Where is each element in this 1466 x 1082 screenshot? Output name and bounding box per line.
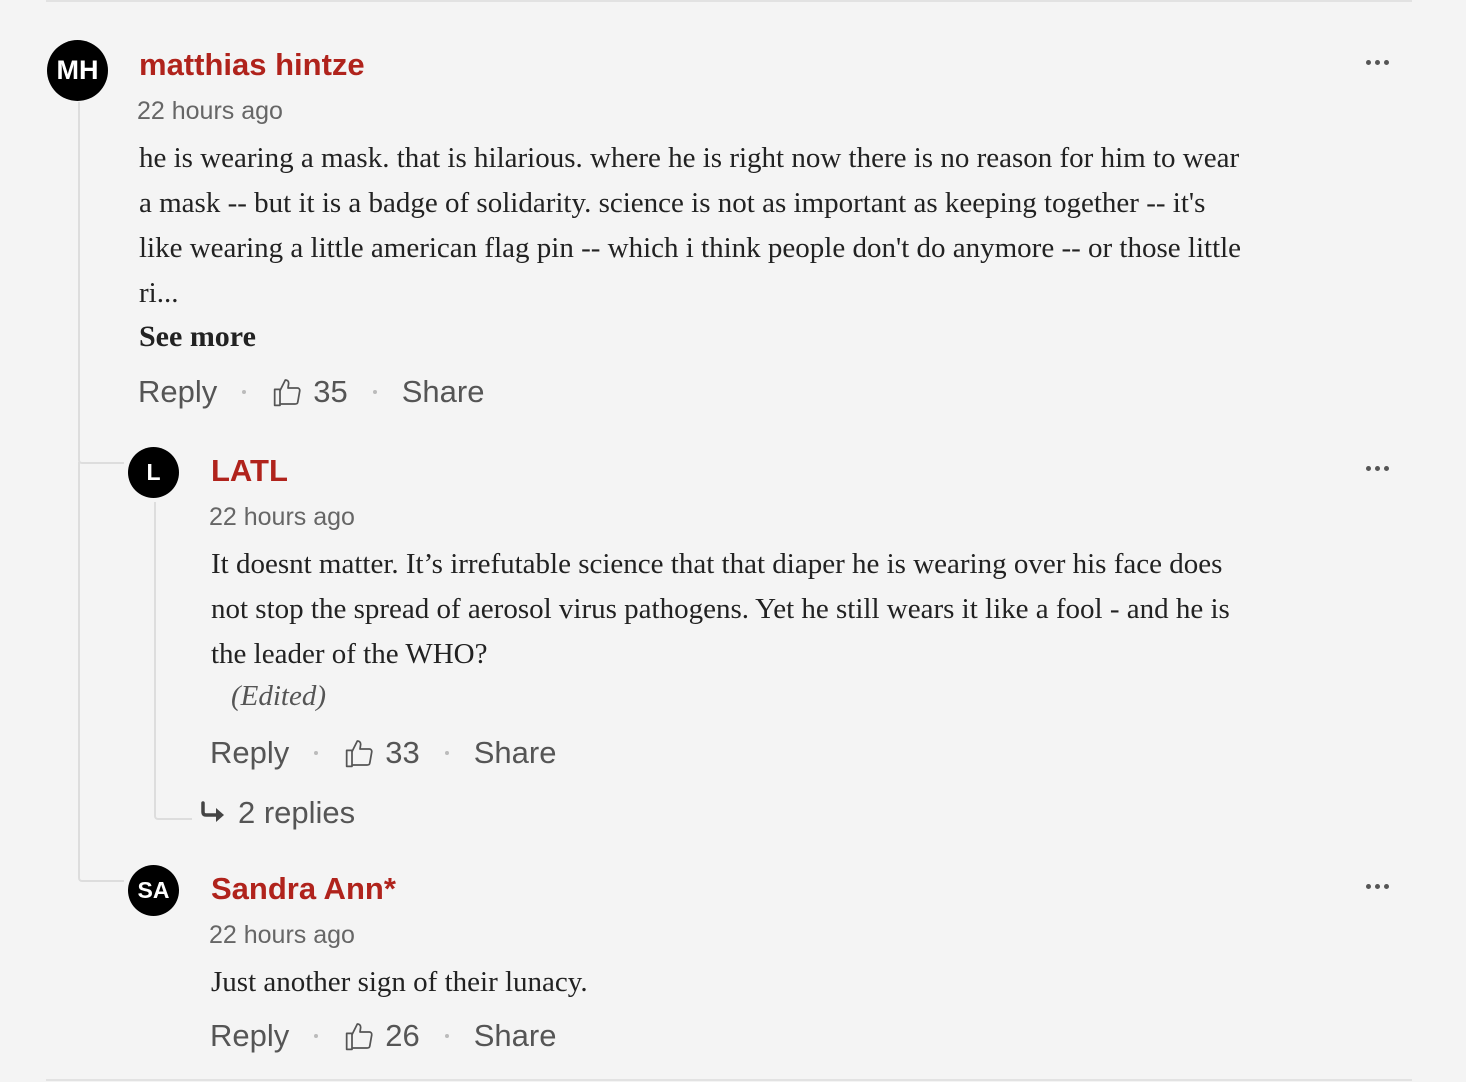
comment-timestamp: 22 hours ago [209, 921, 355, 949]
like-count: 35 [313, 374, 348, 409]
comment-author[interactable]: matthias hintze [139, 47, 365, 83]
comment-body: Just another sign of their lunacy. [211, 960, 1401, 1005]
thread-line-latl-to-replies [154, 502, 192, 820]
share-button[interactable]: Share [474, 1018, 557, 1054]
edited-label: (Edited) [231, 680, 327, 712]
reply-button[interactable]: Reply [138, 374, 217, 410]
comment-body: It doesnt matter. It’s irrefutable scien… [211, 542, 1401, 677]
bottom-divider [46, 1079, 1412, 1081]
comment-timestamp: 22 hours ago [137, 97, 283, 125]
separator-dot [444, 751, 449, 755]
thumbs-up-icon [274, 379, 301, 407]
thread-line-main-to-sandra [78, 462, 124, 882]
reply-arrow-icon [201, 801, 224, 822]
share-button[interactable]: Share [474, 735, 557, 771]
comment-actions: Reply 26 Share [210, 1018, 556, 1054]
like-count: 26 [385, 1018, 420, 1053]
share-button[interactable]: Share [402, 374, 485, 410]
view-replies-button[interactable]: 2 replies [200, 795, 355, 831]
thumbs-up-icon [346, 740, 373, 768]
reply-button[interactable]: Reply [210, 735, 289, 771]
comment-author[interactable]: LATL [211, 453, 288, 489]
comment-text-line: not stop the spread of aerosol virus pat… [211, 593, 1230, 625]
thread-line-main-to-latl [78, 102, 124, 464]
comment-text-line: a mask -- but it is a badge of solidarit… [139, 187, 1206, 219]
separator-dot [242, 390, 247, 394]
separator-dot [444, 1034, 449, 1038]
separator-dot [314, 1034, 319, 1038]
like-button[interactable]: 26 [343, 1018, 420, 1054]
comment-author[interactable]: Sandra Ann* [211, 871, 396, 907]
avatar[interactable]: MH [47, 40, 108, 101]
comment-actions: Reply 33 Share [210, 735, 556, 771]
more-options-icon[interactable] [1366, 466, 1389, 471]
avatar[interactable]: SA [128, 865, 179, 916]
comment-text-line: ri... [139, 277, 179, 309]
thumbs-up-icon [346, 1023, 373, 1051]
like-button[interactable]: 33 [343, 735, 420, 771]
see-more-button[interactable]: See more [139, 320, 256, 354]
reply-button[interactable]: Reply [210, 1018, 289, 1054]
replies-count[interactable]: 2 replies [238, 795, 355, 831]
comment-text-line: It doesnt matter. It’s irrefutable scien… [211, 548, 1223, 580]
top-divider [46, 0, 1412, 2]
comment-timestamp: 22 hours ago [209, 503, 355, 531]
comment-text-line: he is wearing a mask. that is hilarious.… [139, 142, 1240, 174]
comment-text-line: like wearing a little american flag pin … [139, 232, 1242, 264]
separator-dot [314, 751, 319, 755]
comment-body: he is wearing a mask. that is hilarious.… [139, 136, 1399, 316]
comment-actions: Reply 35 Share [138, 374, 484, 410]
comment-text-line: Just another sign of their lunacy. [211, 966, 588, 998]
more-options-icon[interactable] [1366, 60, 1389, 65]
comment-text-line: the leader of the WHO? [211, 638, 488, 670]
like-count: 33 [385, 735, 420, 770]
separator-dot [372, 390, 377, 394]
like-button[interactable]: 35 [271, 374, 348, 410]
more-options-icon[interactable] [1366, 884, 1389, 889]
avatar[interactable]: L [128, 447, 179, 498]
